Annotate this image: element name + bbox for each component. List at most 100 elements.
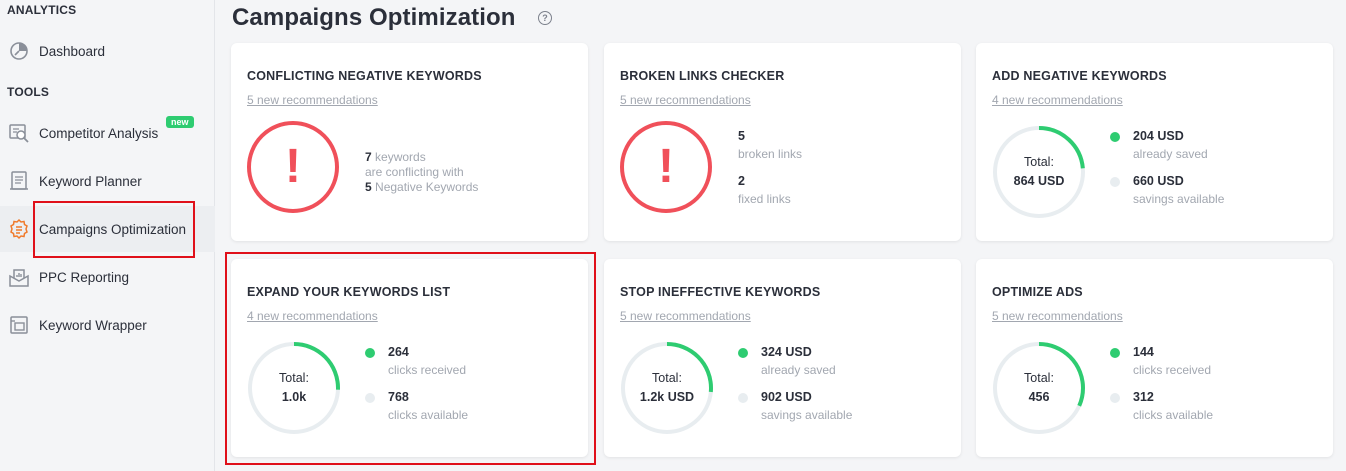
saved-label: already saved [1133, 147, 1208, 161]
total-value: 1.0k [281, 390, 307, 404]
card-title: ADD NEGATIVE KEYWORDS [992, 69, 1167, 83]
gray-dot-icon [738, 393, 748, 403]
card-conflicting-negative-keywords[interactable]: CONFLICTING NEGATIVE KEYWORDS 5 new reco… [231, 43, 588, 241]
fixed-links-stat: 2 fixed links [738, 174, 791, 206]
green-dot-icon [1110, 132, 1120, 142]
keyword-wrapper-icon [8, 314, 30, 336]
negative-keywords-label: Negative Keywords [375, 180, 479, 194]
available-value: 768 [388, 390, 409, 404]
total-value: 456 [1028, 390, 1050, 404]
legend-received: 144 clicks received [1110, 345, 1211, 377]
total-label: Total: [279, 371, 309, 385]
total-label: Total: [1024, 155, 1054, 169]
card-expand-keywords-list[interactable]: EXPAND YOUR KEYWORDS LIST 4 new recommen… [231, 259, 588, 457]
card-add-negative-keywords[interactable]: ADD NEGATIVE KEYWORDS 4 new recommendati… [976, 43, 1333, 241]
available-label: clicks available [388, 408, 469, 422]
sidebar-item-competitor-analysis[interactable]: Competitor Analysis new [0, 110, 215, 156]
alert-icon: ! [247, 121, 339, 213]
available-label: savings available [1133, 192, 1225, 206]
available-value: 902 USD [761, 390, 812, 404]
conflict-summary: 7 keywords are conflicting with 5 Negati… [365, 150, 478, 195]
received-label: clicks received [388, 363, 467, 377]
total-label: Total: [1024, 371, 1054, 385]
legend-available: 902 USD savings available [738, 390, 852, 422]
available-value: 312 [1133, 390, 1154, 404]
legend-saved: 204 USD already saved [1110, 129, 1208, 161]
available-label: clicks available [1133, 408, 1214, 422]
card-broken-links-checker[interactable]: BROKEN LINKS CHECKER 5 new recommendatio… [604, 43, 961, 241]
broken-links-label: broken links [738, 147, 803, 161]
broken-links-stat: 5 broken links [738, 129, 802, 161]
sidebar-item-label: Campaigns Optimization [39, 221, 187, 237]
available-value: 660 USD [1133, 174, 1184, 188]
card-title: EXPAND YOUR KEYWORDS LIST [247, 285, 451, 299]
gray-dot-icon [365, 393, 375, 403]
saved-value: 324 USD [761, 345, 812, 359]
green-dot-icon [738, 348, 748, 358]
fixed-links-count: 2 [738, 174, 745, 188]
sidebar-item-campaigns-optimization[interactable]: Campaigns Optimization [0, 206, 215, 252]
help-icon[interactable]: ? [538, 11, 552, 25]
legend-available: 660 USD savings available [1110, 174, 1224, 206]
sidebar-item-keyword-wrapper[interactable]: Keyword Wrapper [0, 302, 215, 348]
fixed-links-label: fixed links [738, 192, 791, 206]
sidebar-item-label: Keyword Planner [39, 173, 142, 189]
conflicting-with-label: are conflicting with [365, 165, 464, 179]
available-label: savings available [761, 408, 853, 422]
campaigns-optimization-icon [8, 218, 30, 240]
donut-total: Total: 1.2k USD [620, 341, 714, 435]
dashboard-icon [8, 40, 30, 62]
keyword-planner-icon [8, 170, 30, 192]
sidebar: ANALYTICS Dashboard TOOLS Competitor Ana… [0, 0, 215, 471]
conflicting-keyword-count: 7 [365, 150, 372, 164]
recommendations-link[interactable]: 5 new recommendations [247, 93, 378, 107]
green-dot-icon [1110, 348, 1120, 358]
card-title: STOP INEFFECTIVE KEYWORDS [620, 285, 821, 299]
sidebar-item-label: Keyword Wrapper [39, 317, 147, 333]
card-stop-ineffective-keywords[interactable]: STOP INEFFECTIVE KEYWORDS 5 new recommen… [604, 259, 961, 457]
competitor-analysis-icon [8, 122, 30, 144]
donut-total: Total: 864 USD [992, 125, 1086, 219]
saved-label: already saved [761, 363, 836, 377]
recommendations-link[interactable]: 4 new recommendations [247, 309, 378, 323]
gray-dot-icon [1110, 177, 1120, 187]
exclamation-icon: ! [285, 140, 301, 193]
received-label: clicks received [1133, 363, 1212, 377]
sidebar-item-label: Competitor Analysis [39, 125, 159, 141]
card-title: OPTIMIZE ADS [992, 285, 1083, 299]
legend-saved: 324 USD already saved [738, 345, 836, 377]
saved-value: 204 USD [1133, 129, 1184, 143]
donut-total: Total: 1.0k [247, 341, 341, 435]
conflicting-keywords-label: keywords [375, 150, 426, 164]
legend-received: 264 clicks received [365, 345, 466, 377]
section-label-analytics: ANALYTICS [7, 3, 77, 17]
exclamation-icon: ! [658, 140, 674, 193]
total-value: 1.2k USD [639, 390, 695, 404]
legend-available: 312 clicks available [1110, 390, 1213, 422]
recommendations-link[interactable]: 5 new recommendations [992, 309, 1123, 323]
legend-available: 768 clicks available [365, 390, 468, 422]
recommendations-link[interactable]: 5 new recommendations [620, 309, 751, 323]
total-label: Total: [652, 371, 682, 385]
sidebar-item-keyword-planner[interactable]: Keyword Planner [0, 158, 215, 204]
recommendations-link[interactable]: 5 new recommendations [620, 93, 751, 107]
new-badge: new [166, 116, 194, 128]
section-label-tools: TOOLS [7, 85, 50, 99]
sidebar-item-ppc-reporting[interactable]: PPC Reporting [0, 254, 215, 300]
card-optimize-ads[interactable]: OPTIMIZE ADS 5 new recommendations Total… [976, 259, 1333, 457]
green-dot-icon [365, 348, 375, 358]
donut-total: Total: 456 [992, 341, 1086, 435]
received-value: 144 [1133, 345, 1154, 359]
gray-dot-icon [1110, 393, 1120, 403]
negative-keyword-count: 5 [365, 180, 372, 194]
sidebar-item-label: Dashboard [39, 43, 106, 59]
alert-icon: ! [620, 121, 712, 213]
received-value: 264 [388, 345, 409, 359]
total-value: 864 USD [1013, 174, 1065, 188]
card-title: CONFLICTING NEGATIVE KEYWORDS [247, 69, 482, 83]
recommendations-link[interactable]: 4 new recommendations [992, 93, 1123, 107]
sidebar-item-label: PPC Reporting [39, 269, 130, 285]
broken-links-count: 5 [738, 129, 745, 143]
card-title: BROKEN LINKS CHECKER [620, 69, 785, 83]
sidebar-item-dashboard[interactable]: Dashboard [0, 28, 215, 74]
